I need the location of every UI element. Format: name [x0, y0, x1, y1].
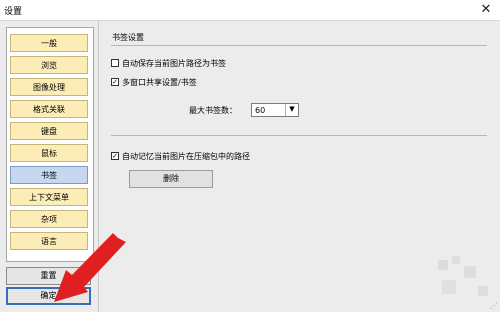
- settings-client: 一般 浏览 图像处理 格式关联 键盘 鼠标 书签 上下文菜单 杂项 语言 重置 …: [0, 21, 500, 312]
- sidebar-item-general[interactable]: 一般: [10, 34, 88, 52]
- auto-save-label: 自动保存当前图片路径为书签: [122, 59, 226, 68]
- multi-window-check-mark: ✓: [112, 78, 118, 86]
- section-divider: [111, 45, 487, 46]
- remember-archive-check-mark: ✓: [112, 152, 118, 160]
- sidebar-item-misc[interactable]: 杂项: [10, 210, 88, 228]
- options-divider: [111, 135, 487, 136]
- ok-button[interactable]: 确定: [6, 287, 91, 305]
- section-title: 书签设置: [112, 33, 144, 42]
- window-title: 设置: [4, 7, 23, 17]
- sidebar-item-browse[interactable]: 浏览: [10, 56, 88, 74]
- remember-archive-checkbox[interactable]: ✓: [111, 152, 119, 160]
- max-bookmarks-value: 60: [255, 106, 266, 115]
- remember-archive-label: 自动记忆当前图片在压缩包中的路径: [122, 152, 250, 161]
- max-bookmarks-select[interactable]: 60 ▼: [251, 103, 299, 117]
- sidebar-item-format[interactable]: 格式关联: [10, 100, 88, 118]
- max-bookmarks-label: 最大书签数：: [189, 106, 237, 115]
- sidebar-item-keyboard[interactable]: 键盘: [10, 122, 88, 140]
- sidebar-item-image[interactable]: 图像处理: [10, 78, 88, 96]
- title-bar: 设置 ✕: [0, 0, 500, 21]
- sidebar-item-mouse[interactable]: 鼠标: [10, 144, 88, 162]
- delete-button[interactable]: 删除: [129, 170, 213, 188]
- multi-window-label: 多窗口共享设置/书签: [122, 78, 197, 87]
- sidebar-item-bookmark[interactable]: 书签: [10, 166, 88, 184]
- sidebar-item-language[interactable]: 语言: [10, 232, 88, 250]
- category-list: 一般 浏览 图像处理 格式关联 键盘 鼠标 书签 上下文菜单 杂项 语言: [6, 27, 94, 262]
- multi-window-checkbox[interactable]: ✓: [111, 78, 119, 86]
- chevron-down-icon[interactable]: ▼: [285, 104, 298, 116]
- reset-button[interactable]: 重置: [6, 267, 91, 285]
- close-icon[interactable]: ✕: [472, 0, 500, 20]
- watermark-logo-icon: [438, 256, 488, 296]
- sidebar-item-context-menu[interactable]: 上下文菜单: [10, 188, 88, 206]
- auto-save-checkbox[interactable]: [111, 59, 119, 67]
